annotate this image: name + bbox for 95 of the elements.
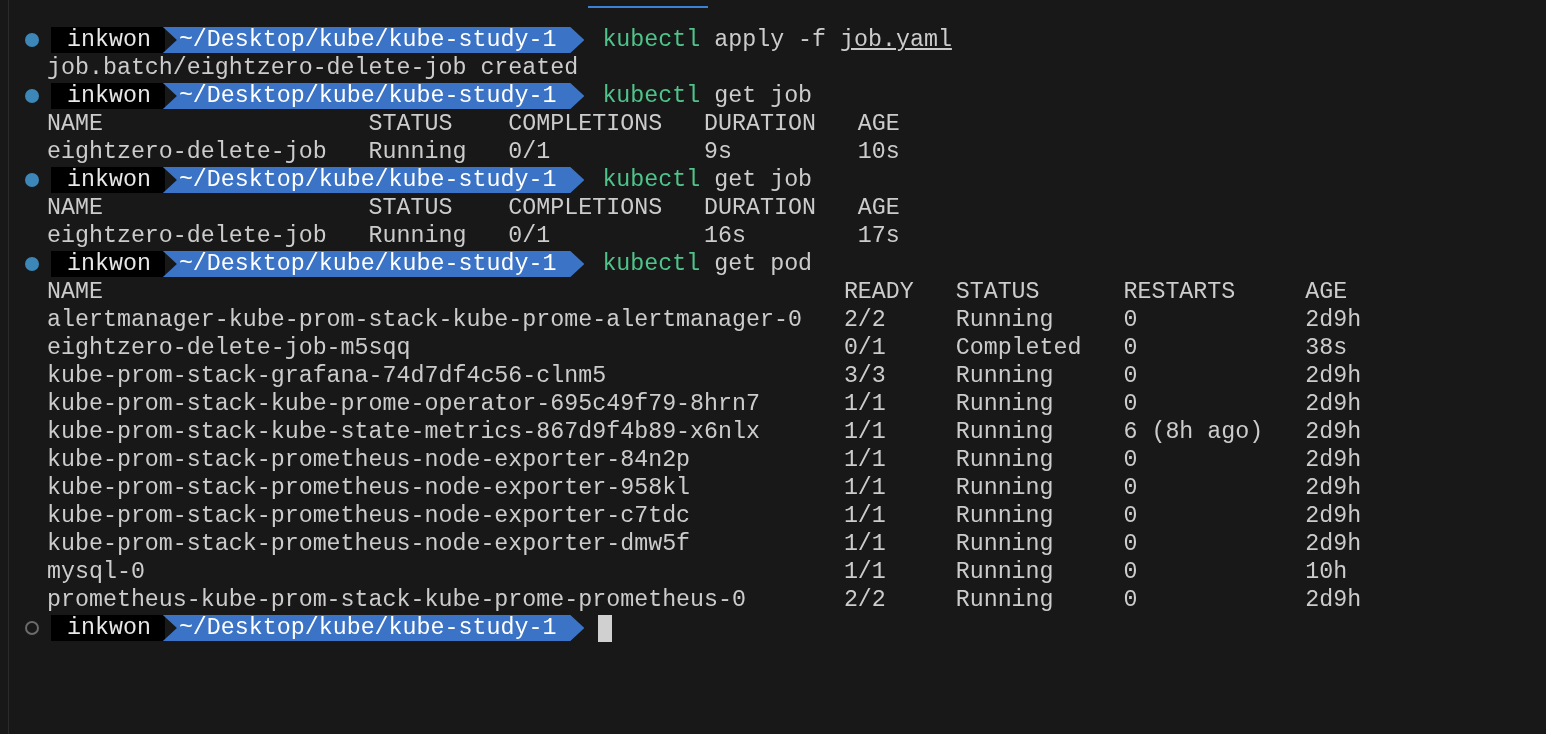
column-header: AGE (857, 195, 900, 221)
table-cell-text: 0 (1123, 447, 1139, 473)
output-text: job.batch/eightzero-delete-job created (47, 55, 579, 81)
table-cell-text: 1/1 (843, 531, 887, 557)
table-cell: 2d9h (1305, 475, 1362, 501)
column-header: AGE (857, 111, 900, 137)
command-text: kubectl apply -f job.yaml (602, 27, 952, 53)
table-cell-text: eightzero-delete-job (47, 223, 328, 249)
prompt-user: inkwon (51, 167, 165, 193)
table-cell-text: Running (955, 363, 1055, 389)
table-cell: 2d9h (1305, 587, 1362, 613)
table-cell-text: Running (955, 419, 1055, 445)
column-header: NAME (47, 111, 104, 137)
table-cell-text: kube-prom-stack-prometheus-node-exporter-dmw5f (47, 531, 692, 557)
table-cell-text: Running (955, 475, 1055, 501)
column-header: DURATION (704, 111, 817, 137)
table-cell-text: 0 (1123, 587, 1139, 613)
prompt-path: ~/Desktop/kube/kube-study-1 (162, 251, 585, 277)
table-cell-text: kube-prom-stack-kube-prome-operator-695c49f79-8hrn7 (47, 391, 761, 417)
table-cell-text: 0 (1123, 363, 1139, 389)
table-cell-text: 0 (1123, 475, 1139, 501)
table-cell-text: 0 (1123, 559, 1139, 585)
table-cell-text: Running (955, 447, 1055, 473)
table-cell-text: kube-prom-stack-prometheus-node-exporter-84n2p (47, 447, 692, 473)
table-cell: 2d9h (1305, 531, 1362, 557)
table-cell-text: 0 (1123, 307, 1139, 333)
table-cell-text: 0/1 (508, 223, 552, 249)
column-header: STATUS (368, 195, 454, 221)
table-cell-text: 1/1 (843, 391, 887, 417)
table-cell-text: prometheus-kube-prom-stack-kube-prome-prometheus-0 (47, 587, 748, 613)
table-cell-text: Running (955, 587, 1055, 613)
prompt-path: ~/Desktop/kube/kube-study-1 (162, 167, 585, 193)
table-cell: 17s (857, 223, 900, 249)
prompt-path: ~/Desktop/kube/kube-study-1 (162, 83, 585, 109)
table-cell-text: Running (955, 559, 1055, 585)
table-cell-text: Running (955, 531, 1055, 557)
column-header: DURATION (704, 195, 817, 221)
prompt-user: inkwon (51, 251, 165, 277)
table-cell-text: 0 (1123, 391, 1139, 417)
column-header: COMPLETIONS (508, 111, 664, 137)
table-cell: 2d9h (1305, 503, 1362, 529)
command-text: kubectl get job (602, 167, 813, 193)
table-cell-text: kube-prom-stack-prometheus-node-exporter-c7tdc (47, 503, 692, 529)
table-cell-text: 0/1 (508, 139, 552, 165)
table-cell-text: 1/1 (843, 419, 887, 445)
table-cell-text: kube-prom-stack-grafana-74d7df4c56-clnm5 (47, 363, 608, 389)
column-header: STATUS (368, 111, 454, 137)
table-cell-text: 38s (1305, 335, 1349, 361)
column-header: STATUS (955, 279, 1041, 305)
table-cell-text: Running (368, 139, 468, 165)
table-cell-text: eightzero-delete-job (47, 139, 328, 165)
table-cell-text: 1/1 (843, 475, 887, 501)
table-cell: 10s (857, 139, 900, 165)
table-cell-text: Running (368, 223, 468, 249)
column-header: NAME (47, 195, 104, 221)
table-cell-text: 0 (1123, 531, 1139, 557)
table-cell-text: 0/1 (843, 335, 887, 361)
table-cell-text: 10h (1305, 559, 1349, 585)
column-header: NAME (47, 279, 104, 305)
table-cell: 2d9h (1305, 363, 1362, 389)
table-cell-text: 1/1 (843, 503, 887, 529)
table-cell-text: 3/3 (843, 363, 887, 389)
table-cell-text: mysql-0 (47, 559, 146, 585)
prompt-user: inkwon (51, 27, 165, 53)
prompt-path: ~/Desktop/kube/kube-study-1 (162, 27, 585, 53)
column-header: AGE (1305, 279, 1349, 305)
prompt-user: inkwon (51, 83, 165, 109)
table-cell-text: Running (955, 503, 1055, 529)
table-cell-text: kube-prom-stack-prometheus-node-exporter-958kl (47, 475, 692, 501)
table-cell-text: 6 (8h ago) (1123, 419, 1265, 445)
column-header: RESTARTS (1123, 279, 1237, 305)
table-cell: 2d9h (1305, 419, 1362, 445)
table-cell-text: alertmanager-kube-prom-stack-kube-prome-alertmanager-0 (47, 307, 803, 333)
table-cell-text: 0 (1123, 503, 1139, 529)
table-cell-text: Running (955, 391, 1055, 417)
command-text: kubectl get job (602, 83, 813, 109)
prompt-user: inkwon (51, 615, 165, 641)
table-cell-text: 0 (1123, 335, 1139, 361)
command-text: kubectl get pod (602, 251, 813, 277)
table-cell: 2d9h (1305, 307, 1362, 333)
table-cell-text: eightzero-delete-job-m5sqq (47, 335, 412, 361)
table-cell-text: Completed (955, 335, 1083, 361)
table-cell-text: kube-prom-stack-kube-state-metrics-867d9f4b89-x6nlx (47, 419, 761, 445)
column-header: READY (843, 279, 915, 305)
table-cell-text: 16s (704, 223, 747, 249)
table-cell: 2d9h (1305, 447, 1362, 473)
table-cell-text: Running (955, 307, 1055, 333)
table-cell: 2d9h (1305, 391, 1362, 417)
table-cell-text: 2/2 (843, 307, 887, 333)
table-cell-text: 1/1 (843, 559, 887, 585)
table-cell-text: 2/2 (843, 587, 887, 613)
column-header: COMPLETIONS (508, 195, 664, 221)
table-cell-text: 9s (704, 139, 734, 165)
table-cell-text: 1/1 (843, 447, 887, 473)
prompt-path: ~/Desktop/kube/kube-study-1 (162, 615, 585, 641)
